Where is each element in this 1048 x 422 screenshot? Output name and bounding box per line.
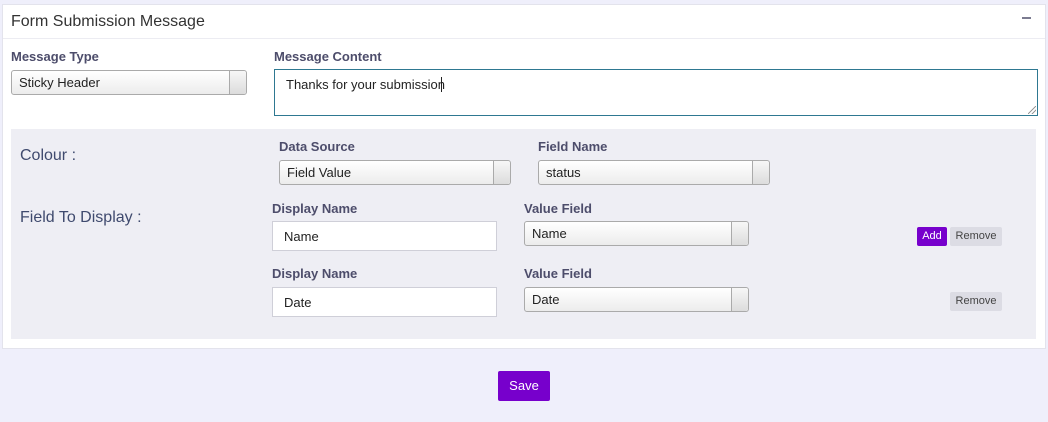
display-name-input[interactable]: Name	[272, 221, 497, 251]
dropdown-arrow-icon	[752, 161, 769, 184]
save-button[interactable]: Save	[498, 371, 550, 401]
dropdown-arrow-icon	[229, 71, 246, 94]
dropdown-arrow-icon	[731, 288, 748, 311]
message-content-value: Thanks for your submission	[286, 77, 445, 92]
resize-grip-icon[interactable]	[1028, 106, 1036, 114]
value-field-select[interactable]: Date	[524, 287, 749, 312]
text-caret	[441, 77, 442, 92]
remove-field-button[interactable]: Remove	[950, 292, 1002, 311]
field-name-selected-value: status	[546, 165, 581, 180]
message-type-selected-value: Sticky Header	[19, 75, 100, 90]
dropdown-arrow-icon	[493, 161, 510, 184]
value-field-label: Value Field	[524, 201, 592, 216]
data-source-select[interactable]: Field Value	[279, 160, 511, 185]
value-field-selected-value: Name	[532, 226, 567, 241]
panel-header: Form Submission Message	[3, 5, 1045, 39]
field-name-label: Field Name	[538, 139, 608, 154]
minus-icon[interactable]	[1022, 17, 1031, 19]
display-name-label: Display Name	[272, 266, 358, 281]
field-name-select[interactable]: status	[538, 160, 770, 185]
remove-field-button[interactable]: Remove	[950, 227, 1002, 246]
panel-title: Form Submission Message	[11, 13, 205, 30]
message-content-textarea[interactable]: Thanks for your submission	[274, 69, 1038, 116]
message-content-label: Message Content	[274, 49, 382, 64]
value-field-select[interactable]: Name	[524, 221, 749, 246]
display-name-value: Name	[284, 229, 319, 244]
display-name-input[interactable]: Date	[272, 287, 497, 317]
message-type-select[interactable]: Sticky Header	[11, 70, 247, 95]
colour-label: Colour :	[20, 147, 77, 164]
value-field-label: Value Field	[524, 266, 592, 281]
message-type-label: Message Type	[11, 49, 99, 64]
add-field-button[interactable]: Add	[917, 227, 947, 246]
value-field-selected-value: Date	[532, 292, 560, 307]
dropdown-arrow-icon	[731, 222, 748, 245]
data-source-selected-value: Field Value	[287, 165, 352, 180]
display-name-value: Date	[284, 295, 312, 310]
data-source-label: Data Source	[279, 139, 355, 154]
display-name-label: Display Name	[272, 201, 358, 216]
field-to-display-label: Field To Display :	[20, 209, 142, 226]
